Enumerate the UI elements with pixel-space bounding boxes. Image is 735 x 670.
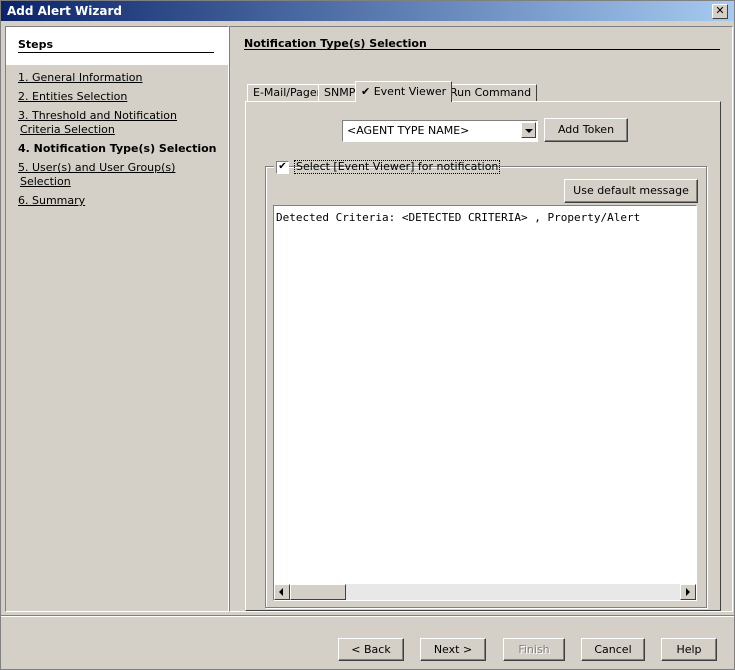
step-entities-selection[interactable]: 2. Entities Selection [18, 90, 127, 104]
section-divider [244, 49, 720, 50]
steps-divider [18, 52, 214, 53]
message-textarea[interactable]: Detected Criteria: <DETECTED CRITERIA> ,… [273, 205, 697, 601]
use-default-message-button[interactable]: Use default message [564, 179, 698, 203]
next-button[interactable]: Next > [420, 638, 486, 661]
add-token-button[interactable]: Add Token [544, 118, 628, 142]
event-viewer-groupbox: ✔ Select [Event Viewer] for notification… [265, 159, 707, 608]
tab-event-viewer[interactable]: ✔ Event Viewer [355, 81, 453, 102]
close-icon[interactable]: ✕ [712, 4, 728, 19]
scroll-right-icon[interactable] [680, 584, 696, 600]
step-threshold-notification-cont[interactable]: Criteria Selection [20, 123, 115, 137]
back-button[interactable]: < Back [338, 638, 404, 661]
window-title: Add Alert Wizard [7, 4, 122, 18]
title-bar[interactable]: Add Alert Wizard ✕ [1, 1, 734, 21]
step-users-groups[interactable]: 5. User(s) and User Group(s) [18, 161, 175, 175]
add-alert-wizard-window: Add Alert Wizard ✕ Steps 1. General Info… [0, 0, 735, 670]
notify-checkbox-row[interactable]: ✔ Select [Event Viewer] for notification [274, 159, 501, 175]
step-summary[interactable]: 6. Summary [18, 194, 85, 208]
steps-title: Steps [18, 38, 54, 51]
message-text: Detected Criteria: <DETECTED CRITERIA> ,… [276, 211, 641, 224]
step-users-groups-cont[interactable]: Selection [20, 175, 71, 189]
finish-button: Finish [503, 638, 565, 661]
steps-header: Steps [6, 27, 228, 65]
tab-run-command[interactable]: Run Command [444, 84, 538, 102]
scrollbar-thumb[interactable] [290, 584, 346, 600]
horizontal-scrollbar[interactable] [274, 584, 696, 600]
step-general-information[interactable]: 1. General Information [18, 71, 143, 85]
chevron-down-icon[interactable] [521, 122, 536, 138]
scroll-left-icon[interactable] [274, 584, 290, 600]
step-threshold-notification[interactable]: 3. Threshold and Notification [18, 109, 177, 123]
content-panel: Notification Type(s) Selection E-Mail/Pa… [229, 26, 733, 612]
step-notification-types-current: 4. Notification Type(s) Selection [18, 142, 217, 155]
notify-checkbox[interactable]: ✔ [276, 161, 289, 174]
footer-divider [1, 615, 734, 616]
event-viewer-tab-page: <AGENT TYPE NAME> Add Token ✔ Select [Ev… [245, 101, 721, 611]
notify-checkbox-label[interactable]: Select [Event Viewer] for notification [294, 160, 501, 174]
token-combo-value: <AGENT TYPE NAME> [347, 124, 470, 137]
token-combo[interactable]: <AGENT TYPE NAME> [342, 120, 538, 142]
tab-email-pager[interactable]: E-Mail/Pager [247, 84, 328, 102]
cancel-button[interactable]: Cancel [581, 638, 645, 661]
help-button[interactable]: Help [661, 638, 717, 661]
steps-panel: Steps 1. General Information 2. Entities… [5, 26, 229, 612]
